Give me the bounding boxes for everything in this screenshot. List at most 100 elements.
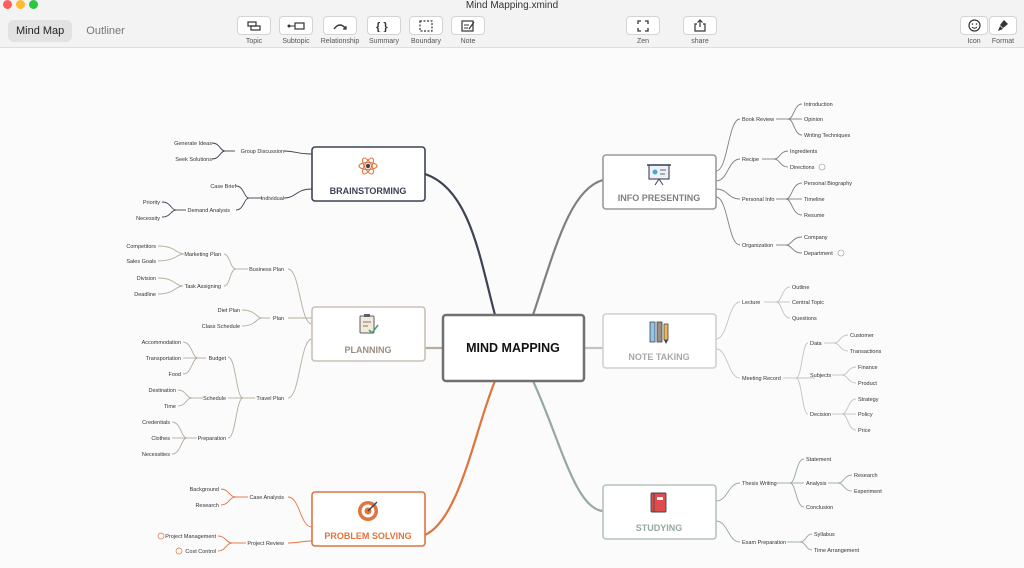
subtopic-priority[interactable]: Priority [143, 200, 160, 206]
subtopic-strategy[interactable]: Strategy [858, 397, 879, 403]
subtopic-necessity[interactable]: Necessity [136, 216, 160, 222]
subtopic-clothes[interactable]: Clothes [151, 436, 170, 442]
subtopic-transportation[interactable]: Transportation [146, 356, 181, 362]
subtopic-decision[interactable]: Decision [810, 412, 831, 418]
subtopic-policy[interactable]: Policy [858, 412, 873, 418]
subtopic-conclusion[interactable]: Conclusion [806, 505, 833, 511]
topic-studying[interactable]: STUDYING [602, 484, 717, 540]
subtopic-timeline[interactable]: Timeline [804, 197, 825, 203]
subtopic-time-arrangement[interactable]: Time Arrangement [814, 548, 860, 554]
subtopic-business-plan[interactable]: Business Plan [249, 267, 284, 273]
subtopic-sales-goals[interactable]: Sales Goals [126, 259, 156, 265]
share-label: share [691, 38, 709, 45]
tab-outliner[interactable]: Outliner [78, 20, 133, 42]
subtopic-generate-ideas[interactable]: Generate Ideas [174, 141, 212, 147]
zen-button[interactable]: Zen [623, 16, 663, 45]
subtopic-ingredients[interactable]: Ingredients [790, 149, 817, 155]
topic-problem-solving[interactable]: PROBLEM SOLVING [311, 491, 426, 547]
topic-note-taking[interactable]: NOTE TAKING [602, 313, 717, 369]
topic-button[interactable]: Topic [234, 16, 274, 45]
subtopic-case-analysis[interactable]: Case Analysis [249, 495, 284, 501]
subtopic-project-management[interactable]: Project Management [165, 534, 216, 540]
summary-button[interactable]: { } Summary [364, 16, 404, 45]
subtopic-meeting-record[interactable]: Meeting Record [742, 376, 781, 382]
topic-brainstorming[interactable]: BRAINSTORMING [311, 146, 426, 202]
subtopic-customer[interactable]: Customer [850, 333, 874, 339]
subtopic-diet-plan[interactable]: Diet Plan [218, 308, 240, 314]
tab-mind-map[interactable]: Mind Map [8, 20, 73, 42]
relationship-button[interactable]: Relationship [320, 16, 360, 45]
subtopic-organization[interactable]: Organization [742, 243, 773, 249]
subtopic-outline[interactable]: Outline [792, 285, 809, 291]
subtopic-schedule[interactable]: Schedule [203, 396, 226, 402]
mind-map-canvas[interactable]: MIND MAPPING BRAINSTORMING PLANNING PROB… [0, 49, 1024, 563]
subtopic-price[interactable]: Price [858, 428, 871, 434]
subtopic-writing-techniques[interactable]: Writing Techniques [804, 133, 851, 139]
subtopic-lecture[interactable]: Lecture [742, 300, 760, 306]
topic-planning[interactable]: PLANNING [311, 306, 426, 362]
subtopic-marketing-plan[interactable]: Marketing Plan [184, 252, 221, 258]
subtopic-case-brief[interactable]: Case Brief [210, 184, 236, 190]
subtopic-subjects[interactable]: Subjects [810, 373, 831, 379]
subtopic-syllabus[interactable]: Syllabus [814, 532, 835, 538]
svg-text:{ }: { } [376, 21, 388, 32]
subtopic-central-topic[interactable]: Central Topic [792, 300, 824, 306]
subtopic-time[interactable]: Time [164, 404, 176, 410]
subtopic-personal-info[interactable]: Personal Info [742, 197, 774, 203]
relationship-label: Relationship [320, 38, 360, 45]
subtopic-cost-control[interactable]: Cost Control [185, 549, 216, 555]
subtopic-studying-research[interactable]: Research [854, 473, 878, 479]
subtopic-preparation[interactable]: Preparation [198, 436, 226, 442]
subtopic-directions[interactable]: Directions [790, 165, 815, 171]
subtopic-task-assigning[interactable]: Task Assigning [185, 284, 221, 290]
subtopic-deadline[interactable]: Deadline [134, 292, 156, 298]
subtopic-introduction[interactable]: Introduction [804, 102, 833, 108]
subtopic-personal-biography[interactable]: Personal Biography [804, 181, 852, 187]
subtopic-department[interactable]: Department [804, 251, 833, 257]
subtopic-finance[interactable]: Finance [858, 365, 878, 371]
topic-info-presenting[interactable]: INFO PRESENTING [602, 154, 717, 210]
central-topic[interactable]: MIND MAPPING [441, 313, 586, 383]
subtopic-analysis[interactable]: Analysis [806, 481, 827, 487]
boundary-button[interactable]: Boundary [406, 16, 446, 45]
boundary-label: Boundary [411, 38, 441, 45]
subtopic-project-review[interactable]: Project Review [247, 541, 284, 547]
subtopic-book-review[interactable]: Book Review [742, 117, 774, 123]
subtopic-group-discussion[interactable]: Group Discussion [241, 149, 284, 155]
subtopic-recipe[interactable]: Recipe [742, 157, 759, 163]
subtopic-credentials[interactable]: Credentials [142, 420, 170, 426]
subtopic-exam-preparation[interactable]: Exam Preparation [742, 540, 786, 546]
brush-icon [998, 20, 1008, 31]
share-button[interactable]: share [680, 16, 720, 45]
subtopic-seek-solutions[interactable]: Seek Solutions [175, 157, 212, 163]
subtopic-class-schedule[interactable]: Class Schedule [202, 324, 240, 330]
subtopic-destination[interactable]: Destination [148, 388, 176, 394]
subtopic-budget[interactable]: Budget [209, 356, 227, 362]
subtopic-research[interactable]: Research [195, 503, 219, 509]
subtopic-experiment[interactable]: Experiment [854, 489, 882, 495]
subtopic-plan[interactable]: Plan [273, 316, 284, 322]
subtopic-transactions[interactable]: Transactions [850, 349, 882, 355]
subtopic-button[interactable]: Subtopic [276, 16, 316, 45]
subtopic-travel-plan[interactable]: Travel Plan [256, 396, 284, 402]
subtopic-competitors[interactable]: Competitors [126, 244, 156, 250]
subtopic-opinion[interactable]: Opinion [804, 117, 823, 123]
subtopic-background[interactable]: Background [190, 487, 219, 493]
subtopic-demand-analysis[interactable]: Demand Analysis [188, 208, 231, 214]
subtopic-food[interactable]: Food [168, 372, 181, 378]
subtopic-product[interactable]: Product [858, 381, 877, 387]
format-panel-button[interactable]: Format [983, 16, 1023, 45]
subtopic-thesis-writing[interactable]: Thesis Writing [742, 481, 777, 487]
subtopic-necessities[interactable]: Necessities [142, 452, 170, 458]
subtopic-accommodation[interactable]: Accommodation [142, 340, 181, 346]
note-button[interactable]: Note [448, 16, 488, 45]
subtopic-statement[interactable]: Statement [806, 457, 832, 463]
subtopic-resume[interactable]: Resume [804, 213, 824, 219]
zen-label: Zen [636, 38, 650, 45]
subtopic-questions[interactable]: Questions [792, 316, 817, 322]
subtopic-individual[interactable]: Individual [261, 196, 284, 202]
studying-subtopics: Thesis Writing Statement Analysis Resear… [742, 457, 882, 554]
subtopic-data[interactable]: Data [810, 341, 823, 347]
subtopic-company[interactable]: Company [804, 235, 828, 241]
subtopic-division[interactable]: Division [137, 276, 156, 282]
